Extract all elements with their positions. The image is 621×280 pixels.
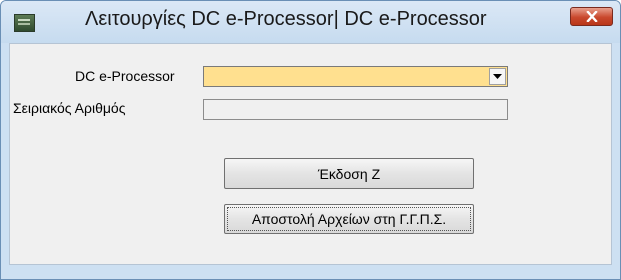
dialog-window: Λειτουργίες DC e-Processor| DC e-Process… [0, 0, 621, 280]
serial-number-field [203, 99, 508, 120]
close-button[interactable] [570, 7, 613, 26]
send-files-label: Αποστολή Αρχείων στη Γ.Γ.Π.Σ. [251, 211, 447, 227]
window-title: Λειτουργίες DC e-Processor| DC e-Process… [85, 8, 487, 30]
issue-z-button[interactable]: Έκδοση Ζ [224, 158, 474, 189]
close-icon [585, 11, 598, 22]
window-bottom-border [1, 265, 620, 279]
chevron-down-icon [493, 74, 502, 79]
issue-z-label: Έκδοση Ζ [317, 165, 381, 182]
dialog-body: DC e-Processor Σειριακός Αριθμός Έκδοση … [9, 43, 612, 265]
serial-number-label: Σειριακός Αριθμός [13, 100, 126, 116]
processor-label: DC e-Processor [75, 68, 175, 84]
dropdown-arrow-button[interactable] [489, 68, 506, 85]
processor-select[interactable] [203, 66, 508, 87]
app-icon [14, 14, 35, 32]
send-files-button[interactable]: Αποστολή Αρχείων στη Γ.Γ.Π.Σ. [224, 204, 474, 234]
title-bar[interactable]: Λειτουργίες DC e-Processor| DC e-Process… [1, 1, 620, 43]
